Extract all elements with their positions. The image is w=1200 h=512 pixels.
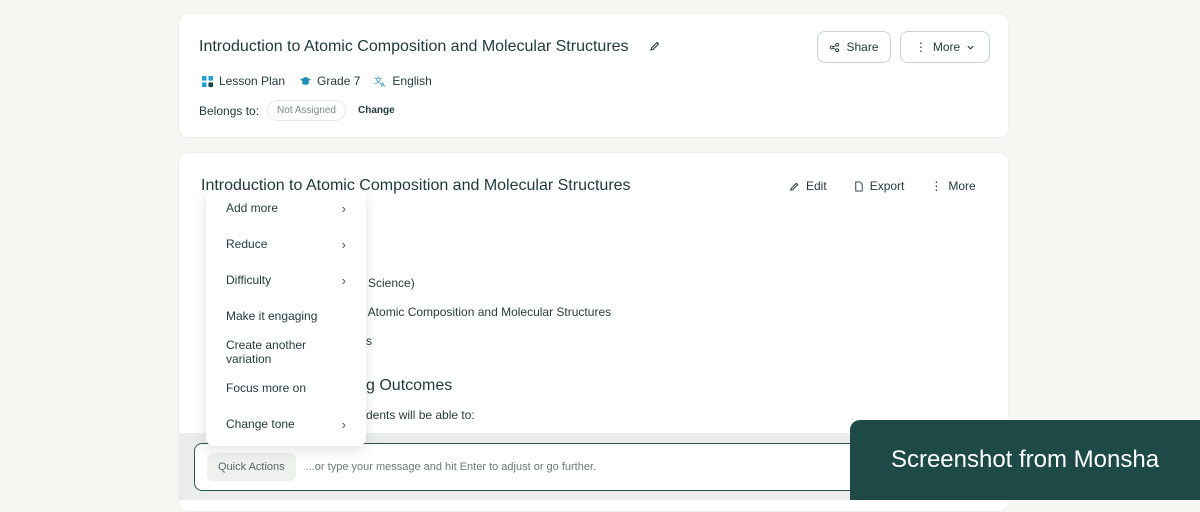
menu-item-label: Change tone: [226, 417, 295, 431]
kebab-icon: ⋮: [914, 40, 927, 54]
share-label: Share: [846, 40, 879, 54]
tag-language-label: English: [392, 74, 432, 88]
content-more-label: More: [948, 179, 976, 193]
more-button[interactable]: ⋮ More: [900, 31, 990, 63]
export-button[interactable]: Export: [853, 179, 905, 193]
assignment-pill: Not Assigned: [267, 100, 346, 121]
menu-item-focus-more[interactable]: Focus more on: [206, 370, 366, 406]
belongs-to-label: Belongs to:: [199, 103, 260, 118]
menu-item-label: Create another variation: [226, 338, 307, 366]
chevron-down-icon: [967, 45, 974, 50]
menu-item-label: Focus more on: [226, 381, 307, 395]
tag-grade-label: Grade 7: [317, 74, 361, 88]
change-link[interactable]: Change: [358, 105, 395, 116]
menu-item-add-more[interactable]: Add more ›: [206, 190, 366, 226]
svg-text:A: A: [381, 81, 386, 88]
section-heading: g Outcomes: [366, 377, 453, 394]
menu-item-reduce[interactable]: Reduce ›: [206, 226, 366, 262]
tag-lesson-type: Lesson Plan: [201, 74, 285, 88]
quick-actions-button[interactable]: Quick Actions: [207, 453, 296, 481]
body-line: to Atomic Composition and Molecular Stru…: [355, 305, 612, 319]
quick-actions-menu: Add more › Reduce › Difficulty › Make it…: [206, 190, 366, 446]
menu-item-label: Difficulty: [226, 273, 272, 287]
lesson-title: Introduction to Atomic Composition and M…: [199, 38, 629, 55]
menu-item-change-tone[interactable]: Change tone ›: [206, 406, 366, 442]
chevron-right-icon: ›: [341, 272, 346, 288]
pencil-icon[interactable]: [649, 40, 661, 52]
content-more-button[interactable]: ⋮ More: [930, 179, 975, 193]
lesson-tags: Lesson Plan Grade 7 文 A English: [201, 74, 432, 88]
tag-language: 文 A English: [374, 74, 431, 88]
graduation-cap-icon: [299, 76, 312, 85]
lesson-plan-icon: [201, 75, 214, 87]
translate-icon: 文 A: [374, 75, 386, 88]
menu-item-label: Reduce: [226, 237, 268, 251]
body-line: dents will be able to:: [366, 408, 475, 422]
content-toolbar: Edit Export ⋮ More: [789, 179, 976, 193]
more-label: More: [932, 40, 961, 54]
document-icon: [854, 180, 863, 192]
screenshot-banner: Screenshot from Monsha: [850, 420, 1200, 500]
tag-lesson-type-label: Lesson Plan: [219, 74, 286, 88]
body-line: s: [366, 334, 372, 348]
edit-button[interactable]: Edit: [789, 179, 827, 193]
share-button[interactable]: Share: [817, 31, 891, 63]
pencil-icon: [790, 182, 799, 191]
chevron-right-icon: ›: [341, 236, 346, 252]
chat-placeholder: ...or type your message and hit Enter to…: [305, 461, 597, 473]
menu-item-label: Make it engaging: [226, 309, 318, 323]
edit-label: Edit: [806, 179, 827, 193]
belongs-to-row: Belongs to: Not Assigned Change: [199, 100, 395, 121]
menu-item-make-engaging[interactable]: Make it engaging: [206, 298, 366, 334]
chevron-right-icon: ›: [341, 416, 346, 432]
body-line: Science): [368, 276, 415, 290]
export-label: Export: [869, 179, 905, 193]
menu-item-difficulty[interactable]: Difficulty ›: [206, 262, 366, 298]
lesson-header-card: Introduction to Atomic Composition and M…: [178, 13, 1009, 138]
chevron-right-icon: ›: [341, 200, 346, 216]
menu-item-label: Add more: [226, 201, 279, 215]
kebab-icon: ⋮: [930, 179, 943, 193]
menu-item-create-variation[interactable]: Create another variation: [206, 334, 366, 370]
share-icon: [830, 42, 840, 52]
tag-grade: Grade 7: [299, 74, 360, 88]
